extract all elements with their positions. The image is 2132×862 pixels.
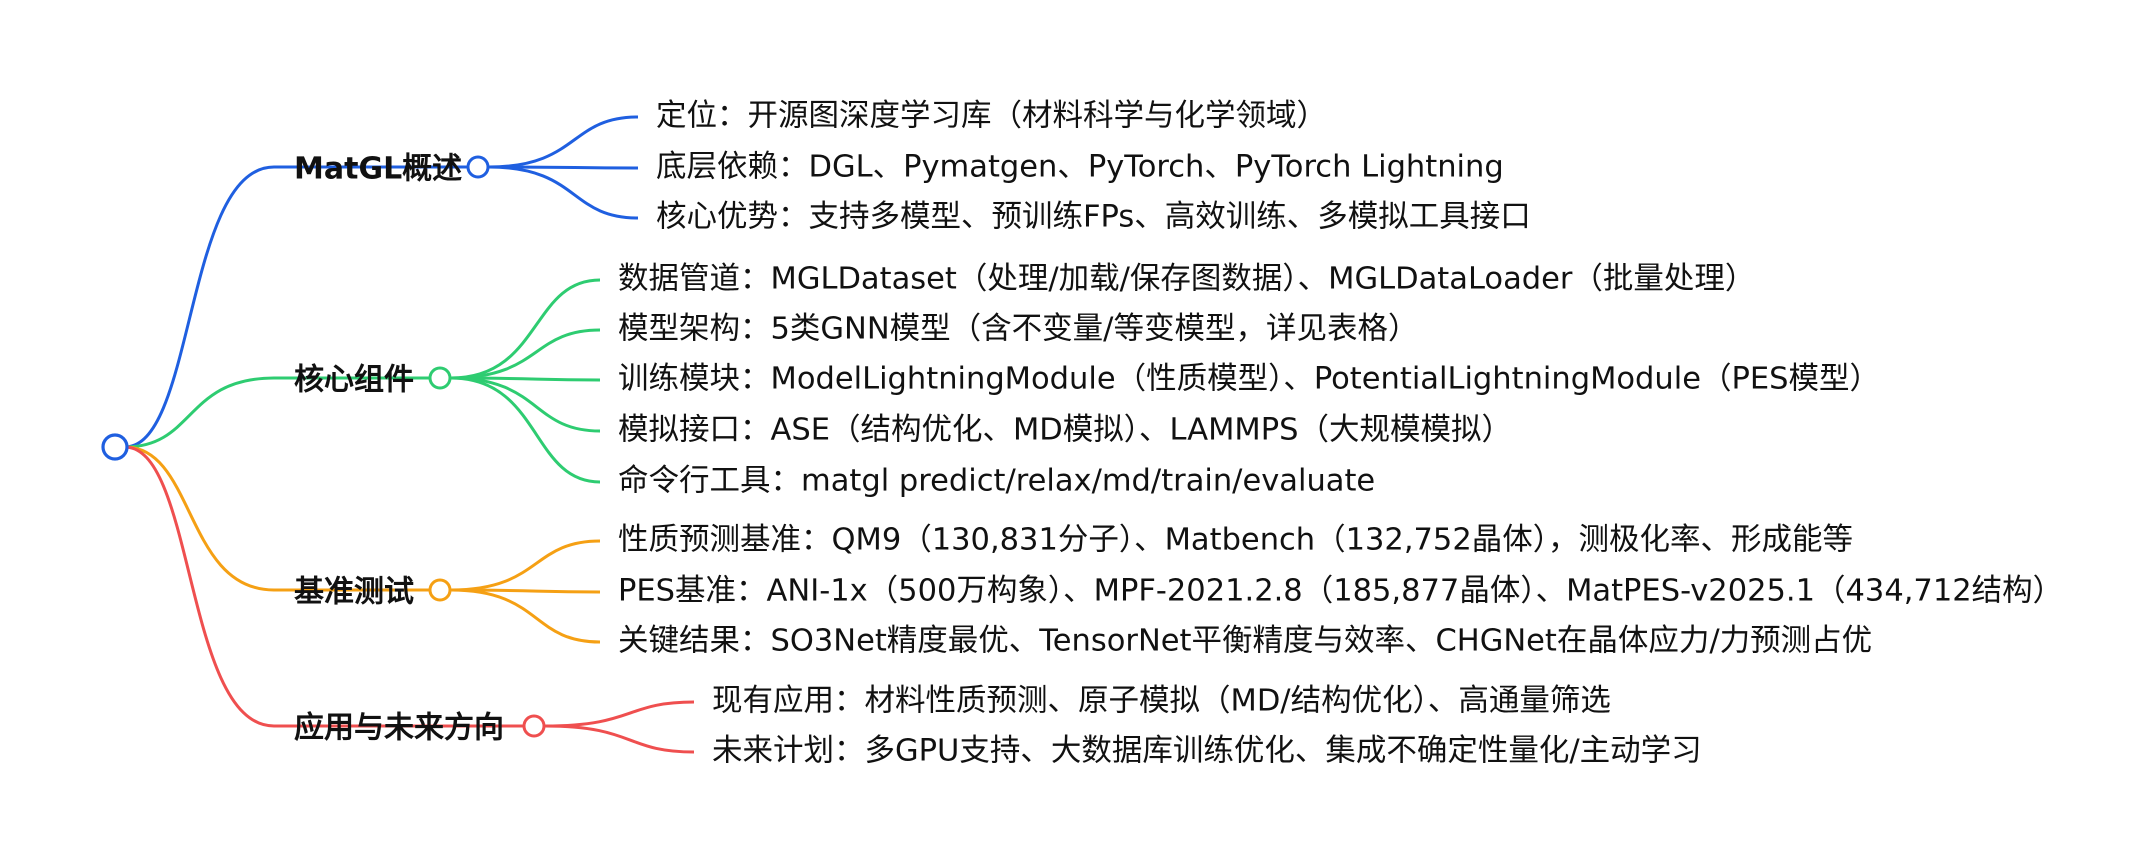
branch-4-leaf-2[interactable]: 未来计划：多GPU支持、大数据库训练优化、集成不确定性量化/主动学习 [712,734,1702,769]
connector-lines [124,115,695,754]
branch-1-leaf-connector-1 [488,115,639,169]
branch-2-leaf-3[interactable]: 训练模块：ModelLightningModule（性质模型）、Potentia… [618,362,1880,397]
branch-2-leaf-connector-4 [450,376,601,433]
branch-3-leaf-connector-3 [450,588,601,644]
branch-3-leaf-1[interactable]: 性质预测基准：QM9（130,831分子）、Matbench（132,752晶体… [618,523,1853,558]
branch-3-root-connector [124,445,275,592]
branch-1-leaf-1[interactable]: 定位：开源图深度学习库（材料科学与化学领域） [656,99,1327,134]
branch-1-node[interactable] [466,155,490,179]
branch-4-label[interactable]: 应用与未来方向 [294,711,504,746]
branch-2-node[interactable] [428,366,452,390]
branch-4-leaf-1[interactable]: 现有应用：材料性质预测、原子模拟（MD/结构优化）、高通量筛选 [712,684,1611,719]
branch-1-label[interactable]: MatGL概述 [294,152,462,187]
branch-1-leaf-connector-3 [488,165,639,220]
branch-4-leaf-connector-2 [544,724,695,754]
branch-2-label[interactable]: 核心组件 [294,363,414,398]
branch-4-node[interactable] [522,714,546,738]
branch-2-leaf-4[interactable]: 模拟接口：ASE（结构优化、MD模拟）、LAMMPS（大规模模拟） [618,413,1512,448]
root-node[interactable] [101,433,129,461]
branch-1-leaf-2[interactable]: 底层依赖：DGL、Pymatgen、PyTorch、PyTorch Lightn… [656,150,1504,185]
branch-1-leaf-3[interactable]: 核心优势：支持多模型、预训练FPs、高效训练、多模拟工具接口 [656,200,1531,235]
branch-2-leaf-1[interactable]: 数据管道：MGLDataset（处理/加载/保存图数据）、MGLDataLoad… [618,262,1755,297]
branch-3-label[interactable]: 基准测试 [294,575,414,610]
branch-3-leaf-3[interactable]: 关键结果：SO3Net精度最优、TensorNet平衡精度与效率、CHGNet在… [618,624,1872,659]
mindmap-canvas: MatGL概述 定位：开源图深度学习库（材料科学与化学领域） 底层依赖：DGL、Py… [101,99,2063,769]
branch-2-leaf-connector-1 [450,278,601,380]
branch-3-leaf-2[interactable]: PES基准：ANI-1x（500万构象）、MPF-2021.2.8（185,87… [618,574,2063,609]
branch-3-node[interactable] [428,578,452,602]
branches: MatGL概述 定位：开源图深度学习库（材料科学与化学领域） 底层依赖：DGL、Py… [294,99,2063,769]
branch-4-leaf-connector-1 [544,700,695,728]
branch-2-leaf-2[interactable]: 模型架构：5类GNN模型（含不变量/等变模型，详见表格） [618,312,1418,347]
branch-3-leaf-connector-1 [450,539,601,592]
branch-2-leaf-5[interactable]: 命令行工具：matgl predict/relax/md/train/evalu… [618,464,1375,499]
